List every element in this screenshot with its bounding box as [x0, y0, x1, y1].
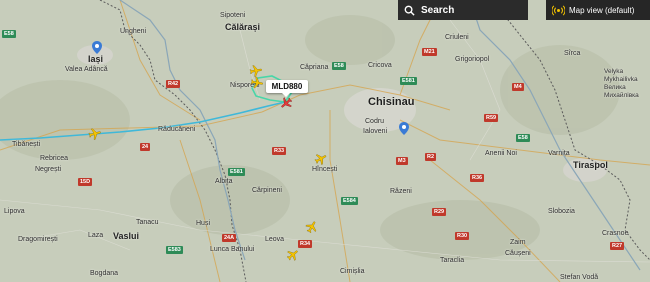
road-shield: R42 [166, 80, 181, 88]
place-label: Tibănești [12, 141, 41, 148]
place-label: Cimișlia [340, 268, 365, 275]
road-shield: 24A [222, 234, 237, 242]
place-label: Slobozia [548, 208, 575, 215]
road-shield: R36 [470, 174, 485, 182]
place-label: Crasnoe [602, 230, 629, 237]
broadcast-icon [552, 4, 565, 16]
place-label: Răzeni [390, 188, 412, 195]
place-label: Grigoriopol [455, 56, 490, 63]
place-label: Călărași [225, 22, 261, 32]
aircraft-icon[interactable] [305, 220, 319, 234]
aircraft-icon[interactable] [250, 76, 264, 90]
road-shield: R30 [455, 232, 470, 240]
place-label: Lunca Banului [210, 246, 255, 253]
map-pin-icon[interactable] [92, 41, 102, 54]
road-shield: E584 [341, 197, 358, 205]
search-label: Search [421, 4, 455, 16]
map-view-button[interactable]: Map view (default) [546, 0, 650, 20]
flight-callsign-label[interactable]: MLD880 [266, 80, 308, 97]
road-shield: 15D [78, 178, 93, 186]
place-label: Hîncești [312, 166, 338, 173]
road-shield: E58 [2, 30, 16, 38]
place-label: Criuleni [445, 34, 469, 41]
place-label: Codru [365, 118, 385, 125]
place-label: Căușeni [505, 250, 531, 257]
map-view-label: Map view (default) [569, 5, 635, 15]
selected-aircraft-icon[interactable] [279, 96, 293, 110]
road-shield: E583 [166, 246, 183, 254]
place-label: Cărpineni [252, 187, 282, 194]
place-label: Vaslui [113, 231, 140, 241]
aircraft-icon[interactable] [88, 127, 102, 141]
aircraft-icon[interactable] [286, 248, 300, 262]
place-label: Velyka Mykhailivka Велика Михайлівка [604, 68, 639, 99]
search-icon [404, 5, 415, 16]
place-label: Rebricea [40, 155, 69, 162]
aircraft-icon[interactable] [314, 152, 328, 166]
place-label: Iași [88, 54, 104, 64]
place-label: Răducăneni [158, 126, 196, 133]
place-label: Sipoteni [220, 12, 246, 19]
place-label: Varnița [548, 150, 570, 157]
place-label: Sîrca [564, 50, 581, 57]
road-shield: 24 [140, 143, 151, 151]
place-label: Chisinau [368, 96, 415, 108]
place-label: Dragomirești [18, 236, 58, 243]
road-shield: R27 [610, 242, 625, 250]
road-shield: R29 [432, 208, 447, 216]
road-shield: E58 [332, 62, 346, 70]
map-pin-icon[interactable] [399, 122, 409, 135]
callsign-text: MLD880 [271, 82, 303, 91]
place-label: Albița [215, 178, 233, 185]
place-label: Zaim [510, 239, 526, 246]
road-shield: E581 [400, 77, 417, 85]
map-app: Sipoteni Călărași Ungheni Iași Valea Adâ… [0, 0, 650, 282]
place-label: Cricova [368, 62, 392, 69]
place-label: Huși [196, 220, 211, 227]
place-label: Negrești [35, 166, 62, 173]
place-label: Leova [265, 236, 285, 243]
place-label: Tiraspol [573, 160, 608, 170]
place-label: Laza [88, 232, 104, 239]
place-label: Valea Adâncă [65, 66, 108, 73]
road-shield: R59 [484, 114, 499, 122]
place-label: Ialoveni [363, 128, 388, 135]
place-label: Lipova [4, 208, 25, 215]
road-shield: M3 [396, 157, 408, 165]
road-shield: E58 [516, 134, 530, 142]
place-label: Bogdana [90, 270, 119, 277]
road-shield: R2 [425, 153, 437, 161]
road-shield: M21 [422, 48, 437, 56]
place-label: Anenii Noi [485, 150, 517, 157]
road-shield: R34 [298, 240, 313, 248]
place-label: Căpriana [300, 64, 329, 71]
place-label: Ungheni [120, 28, 147, 35]
place-label: Tanacu [136, 219, 159, 226]
search-bar[interactable]: Search [398, 0, 528, 20]
place-label: Taraclia [440, 257, 465, 264]
road-shield: R33 [272, 147, 287, 155]
road-shield: E581 [228, 168, 245, 176]
road-shield: M4 [512, 83, 524, 91]
place-label: Stefan Vodă [560, 274, 599, 281]
